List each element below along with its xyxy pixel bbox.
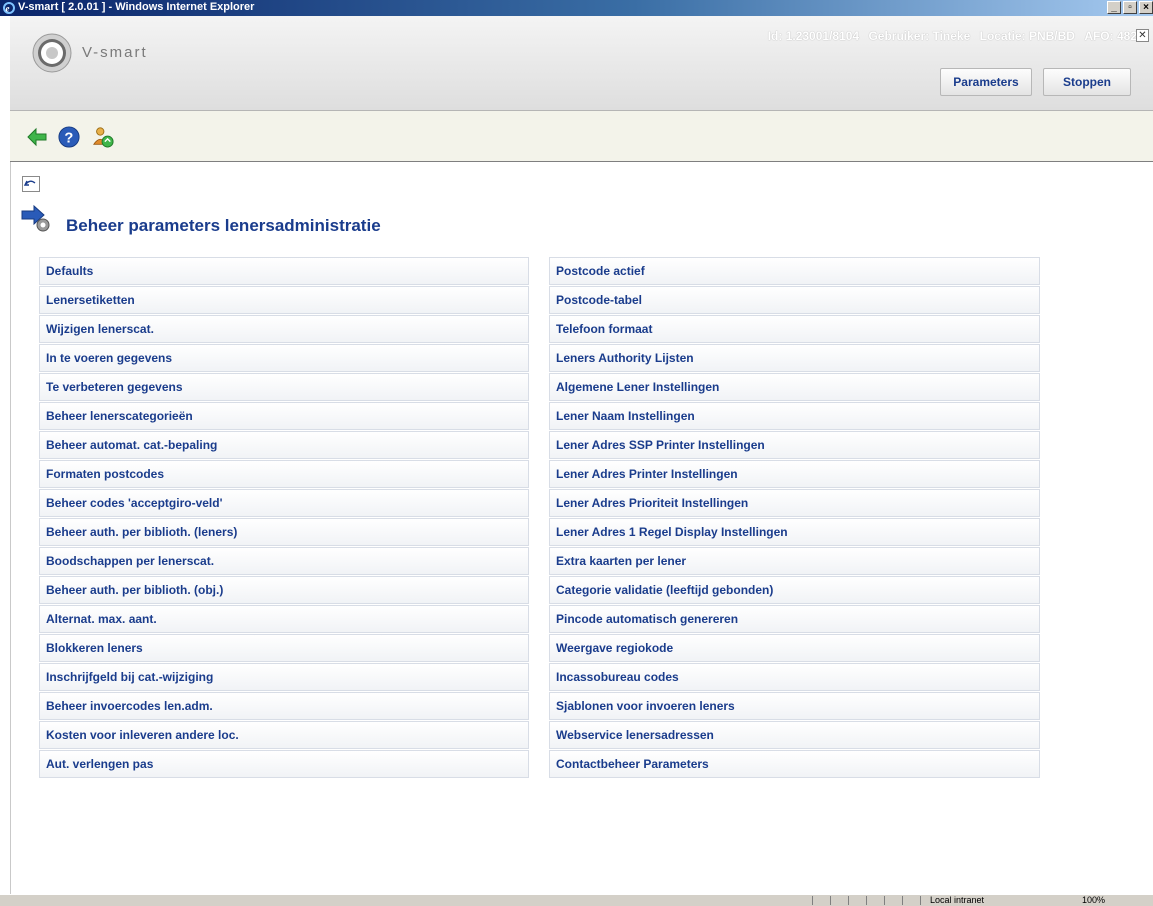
back-arrow-icon[interactable] xyxy=(26,125,48,149)
svg-text:?: ? xyxy=(64,131,73,147)
menu-item[interactable]: Lener Adres 1 Regel Display Instellingen xyxy=(549,518,1040,546)
menu-item[interactable]: Wijzigen lenerscat. xyxy=(39,315,529,343)
svg-text:e: e xyxy=(6,4,10,14)
status-bar: Local intranet 100% xyxy=(0,894,1153,906)
page-title: Beheer parameters lenersadministratie xyxy=(66,216,381,235)
close-window-button[interactable]: × xyxy=(1139,1,1153,14)
undo-button[interactable] xyxy=(22,176,40,192)
menu-item[interactable]: Lenersetiketten xyxy=(39,286,529,314)
menu-item[interactable]: Categorie validatie (leeftijd gebonden) xyxy=(549,576,1040,604)
zoom-level[interactable]: 100% xyxy=(1082,895,1105,906)
menu-item[interactable]: Aut. verlengen pas xyxy=(39,750,529,778)
session-id: Id: 1.23001/8104 xyxy=(767,29,860,43)
menu-item[interactable]: Leners Authority Lijsten xyxy=(549,344,1040,372)
status-divider xyxy=(830,896,831,905)
menu-item[interactable]: In te voeren gegevens xyxy=(39,344,529,372)
window-title: V-smart [ 2.0.01 ] - Windows Internet Ex… xyxy=(18,1,255,13)
menu-item[interactable]: Postcode actief xyxy=(549,257,1040,285)
menu-item[interactable]: Sjablonen voor invoeren leners xyxy=(549,692,1040,720)
vsmart-logo-icon xyxy=(32,33,72,73)
brand-name: V-smart xyxy=(82,44,148,61)
menu-item[interactable]: Alternat. max. aant. xyxy=(39,605,529,633)
menu-column-right: Postcode actief Postcode-tabel Telefoon fo… xyxy=(549,257,1040,779)
menu-item[interactable]: Lener Adres Printer Instellingen xyxy=(549,460,1040,488)
menu-item[interactable]: Beheer lenerscategorieën xyxy=(39,402,529,430)
menu-item[interactable]: Te verbeteren gegevens xyxy=(39,373,529,401)
session-afo: AFO: 482 xyxy=(1084,29,1137,43)
window-controls: _ ▫ × xyxy=(1107,1,1153,14)
menu-item[interactable]: Extra kaarten per lener xyxy=(549,547,1040,575)
session-location: Locatie: PNB/BD xyxy=(979,29,1075,43)
menu-item[interactable]: Telefoon formaat xyxy=(549,315,1040,343)
stop-button[interactable]: Stoppen xyxy=(1043,68,1131,96)
status-divider xyxy=(884,896,885,905)
security-zone: Local intranet xyxy=(930,895,985,905)
parameters-button[interactable]: Parameters xyxy=(940,68,1032,96)
menu-item[interactable]: Pincode automatisch genereren xyxy=(549,605,1040,633)
close-icon[interactable]: ✕ xyxy=(1136,29,1149,42)
settings-arrow-icon xyxy=(21,204,50,232)
menu-item[interactable]: Lener Naam Instellingen xyxy=(549,402,1040,430)
menu-item[interactable]: Webservice lenersadressen xyxy=(549,721,1040,749)
menu-item[interactable]: Inschrijfgeld bij cat.-wijziging xyxy=(39,663,529,691)
menu-item[interactable]: Beheer automat. cat.-bepaling xyxy=(39,431,529,459)
help-icon[interactable]: ? xyxy=(58,125,80,149)
menu-item[interactable]: Postcode-tabel xyxy=(549,286,1040,314)
toolbar: ? xyxy=(10,111,1153,162)
menu-item[interactable]: Defaults xyxy=(39,257,529,285)
menu-item[interactable]: Algemene Lener Instellingen xyxy=(549,373,1040,401)
ie-icon: e xyxy=(3,2,15,14)
menu-item[interactable]: Beheer invoercodes len.adm. xyxy=(39,692,529,720)
menu-item[interactable]: Contactbeheer Parameters xyxy=(549,750,1040,778)
menu-item[interactable]: Beheer auth. per biblioth. (obj.) xyxy=(39,576,529,604)
minimize-button[interactable]: _ xyxy=(1107,1,1121,14)
menu-item[interactable]: Kosten voor inleveren andere loc. xyxy=(39,721,529,749)
menu-item[interactable]: Lener Adres Prioriteit Instellingen xyxy=(549,489,1040,517)
undo-icon xyxy=(23,180,36,186)
menu-item[interactable]: Lener Adres SSP Printer Instellingen xyxy=(549,431,1040,459)
status-divider xyxy=(902,896,903,905)
menu-item[interactable]: Beheer codes 'acceptgiro-veld' xyxy=(39,489,529,517)
session-info: Id: 1.23001/8104 Gebruiker: Tineke Locat… xyxy=(762,29,1137,43)
status-divider xyxy=(812,896,813,905)
maximize-button[interactable]: ▫ xyxy=(1123,1,1137,14)
status-divider xyxy=(848,896,849,905)
app-header: V-smart Id: 1.23001/8104 Gebruiker: Tine… xyxy=(10,16,1153,111)
status-divider xyxy=(866,896,867,905)
menu-item[interactable]: Boodschappen per lenerscat. xyxy=(39,547,529,575)
menu-item[interactable]: Formaten postcodes xyxy=(39,460,529,488)
window-titlebar: e V-smart [ 2.0.01 ] - Windows Internet … xyxy=(0,0,1153,16)
menu-column-left: Defaults Lenersetiketten Wijzigen lenersca… xyxy=(39,257,529,779)
menu-item[interactable]: Beheer auth. per biblioth. (leners) xyxy=(39,518,529,546)
status-divider xyxy=(920,896,921,905)
menu-item[interactable]: Weergave regiokode xyxy=(549,634,1040,662)
user-switch-icon[interactable] xyxy=(92,125,114,149)
session-user: Gebruiker: Tineke xyxy=(868,29,971,43)
menu-item[interactable]: Blokkeren leners xyxy=(39,634,529,662)
menu-item[interactable]: Incassobureau codes xyxy=(549,663,1040,691)
